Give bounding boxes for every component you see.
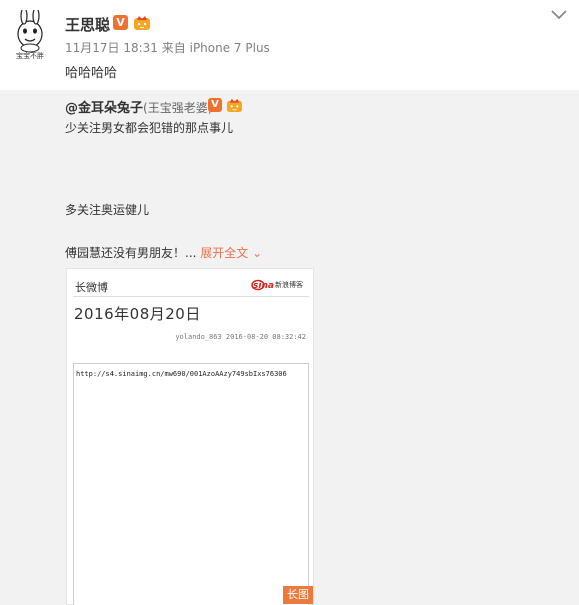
quoted-verified-badge-icon: V bbox=[208, 98, 222, 112]
quoted-text-truncated: 傅园慧还没有男朋友！... bbox=[65, 246, 197, 260]
verified-badge-icon: V bbox=[113, 15, 128, 30]
svg-text:新浪博客: 新浪博客 bbox=[275, 280, 303, 289]
sina-blog-logo: sina 新浪博客 bbox=[251, 279, 303, 291]
long-weibo-date: 2016年08月20日 bbox=[74, 305, 201, 323]
weibo-post: 宝宝不胖 王思聪 V 11月17日 18:31 来自 iPhone 7 Plus… bbox=[0, 0, 579, 90]
embedded-image-frame: http://s4.sinaimg.cn/mw690/001AzoAAzy749… bbox=[73, 363, 309, 605]
long-weibo-author-line: yolando_863 2016-08-20 08:32:42 bbox=[175, 333, 306, 341]
chevron-down-icon[interactable]: ⌄ bbox=[252, 246, 262, 260]
avatar-caption: 宝宝不胖 bbox=[16, 51, 44, 60]
svg-text:宝宝不胖: 宝宝不胖 bbox=[16, 51, 44, 60]
member-crown-icon bbox=[134, 16, 150, 30]
source-prefix: 来自 bbox=[161, 41, 186, 55]
long-weibo-label: 长微博 bbox=[75, 281, 108, 294]
timestamp[interactable]: 11月17日 18:31 bbox=[65, 41, 158, 55]
divider bbox=[73, 296, 309, 297]
author-name[interactable]: 王思聪 bbox=[65, 14, 110, 35]
quoted-author-note: (王宝强老婆) bbox=[143, 101, 213, 115]
chevron-down-icon[interactable] bbox=[550, 9, 568, 21]
long-weibo-image[interactable]: 长微博 sina 新浪博客 2016年08月20日 yolando_863 20… bbox=[66, 268, 314, 605]
quoted-author-handle[interactable]: @金耳朵兔子 bbox=[65, 101, 143, 116]
expand-full-text-link[interactable]: 展开全文 ⌄ bbox=[200, 246, 262, 260]
quoted-author[interactable]: @金耳朵兔子(王宝强老婆) bbox=[65, 97, 212, 116]
embedded-image-url: http://s4.sinaimg.cn/mw690/001AzoAAzy749… bbox=[76, 370, 287, 378]
expand-label[interactable]: 展开全文 bbox=[200, 246, 248, 260]
quoted-post: @金耳朵兔子(王宝强老婆) V 少关注男女都会犯错的那点事儿 多关注奥运健儿 傅… bbox=[0, 90, 579, 605]
svg-text:sina: sina bbox=[253, 281, 274, 291]
quoted-text-line: 少关注男女都会犯错的那点事儿 bbox=[65, 121, 234, 135]
quoted-text-line: 多关注奥运健儿 bbox=[65, 203, 150, 217]
post-text: 哈哈哈哈 bbox=[65, 66, 118, 81]
post-meta: 11月17日 18:31 来自 iPhone 7 Plus bbox=[65, 39, 270, 56]
quoted-text-line: 傅园慧还没有男朋友！... 展开全文 ⌄ bbox=[65, 244, 262, 261]
long-image-tag: 长图 bbox=[283, 586, 313, 604]
source-device[interactable]: iPhone 7 Plus bbox=[190, 41, 270, 55]
quoted-member-crown-icon bbox=[226, 98, 243, 113]
